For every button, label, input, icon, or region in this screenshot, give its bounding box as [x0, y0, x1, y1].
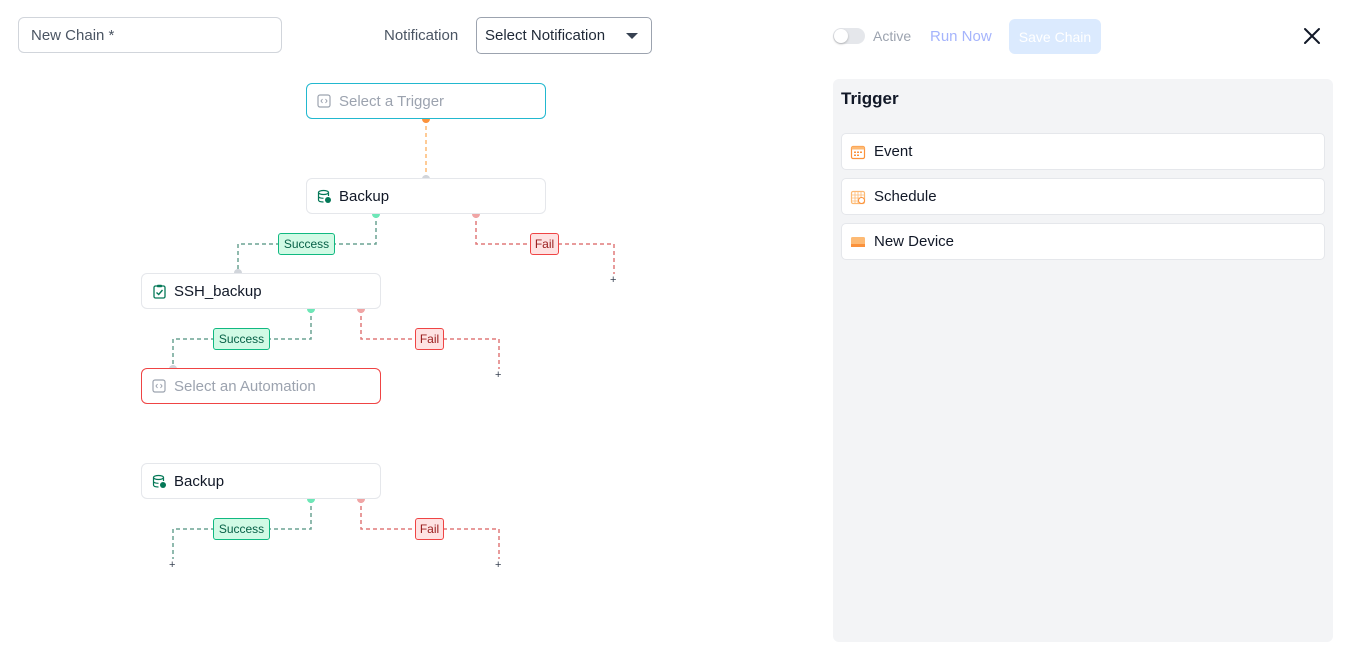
trigger-option-label: New Device [874, 233, 955, 250]
trigger-option-label: Schedule [874, 188, 937, 205]
automation-node[interactable]: Select an Automation [141, 368, 381, 404]
clipboard-check-icon [151, 283, 167, 299]
schedule-icon [850, 189, 866, 205]
active-label: Active [873, 28, 912, 44]
run-now-button[interactable]: Run Now [930, 28, 992, 45]
trigger-option-event[interactable]: Event [841, 133, 1325, 170]
code-icon [151, 378, 167, 394]
fail-tag: Fail [415, 518, 444, 540]
calendar-icon [850, 144, 866, 160]
trigger-option-schedule[interactable]: Schedule [841, 178, 1325, 215]
save-chain-button[interactable]: Save Chain [1009, 19, 1101, 54]
database-icon [316, 188, 332, 204]
trigger-option-new-device[interactable]: New Device [841, 223, 1325, 260]
trigger-option-label: Event [874, 143, 913, 160]
code-icon [316, 93, 332, 109]
backup-node[interactable]: Backup [141, 463, 381, 499]
success-tag: Success [278, 233, 335, 255]
trigger-node-label: Select a Trigger [339, 92, 445, 110]
fail-tag: Fail [415, 328, 444, 350]
trigger-node[interactable]: Select a Trigger [306, 83, 546, 119]
backup-node-label: Backup [339, 187, 390, 205]
backup-node[interactable]: Backup [306, 178, 546, 214]
device-icon [850, 234, 866, 250]
ssh-backup-node[interactable]: SSH_backup [141, 273, 381, 309]
backup-node-label: Backup [174, 472, 225, 490]
toggle-knob [834, 29, 848, 43]
success-tag: Success [213, 328, 270, 350]
fail-tag: Fail [530, 233, 559, 255]
add-step-button[interactable]: + [495, 370, 501, 381]
panel-title: Trigger [841, 89, 899, 108]
ssh-backup-node-label: SSH_backup [174, 282, 262, 300]
add-step-button[interactable]: + [495, 560, 501, 571]
automation-node-label: Select an Automation [174, 377, 316, 395]
database-icon [151, 473, 167, 489]
close-icon[interactable] [1300, 24, 1324, 48]
add-step-button[interactable]: + [169, 560, 175, 571]
active-toggle[interactable] [833, 28, 865, 44]
success-tag: Success [213, 518, 270, 540]
add-step-button[interactable]: + [610, 275, 616, 286]
